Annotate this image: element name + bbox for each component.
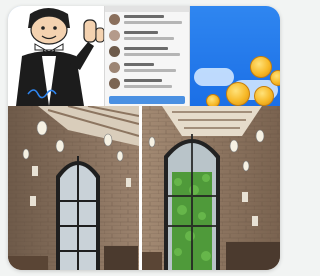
gold-coins-icon: [188, 6, 280, 106]
photo-divider: [139, 106, 142, 270]
restaurant-scene-icon: [8, 106, 280, 270]
cartoon-man-icon: [8, 6, 108, 106]
result-card[interactable]: [8, 6, 280, 270]
chat-screenshot-icon: [104, 6, 190, 106]
restaurant-interior-photo[interactable]: [8, 106, 280, 270]
promo-banner-image[interactable]: [8, 6, 280, 106]
